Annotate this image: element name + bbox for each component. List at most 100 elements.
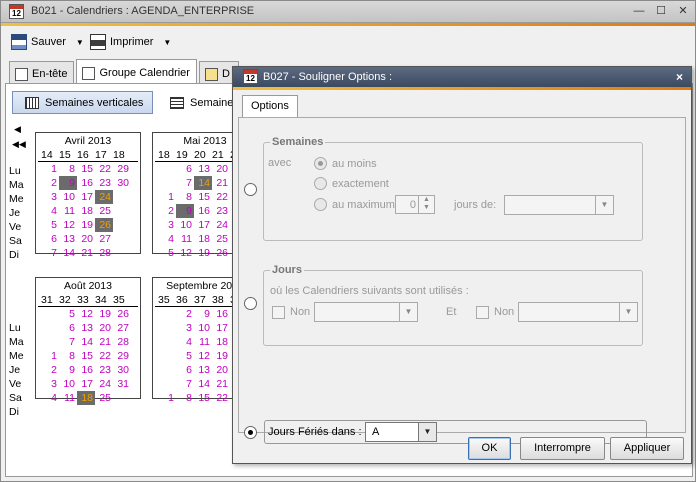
day-cell[interactable]: 8 (59, 349, 77, 363)
day-cell[interactable]: 3 (158, 218, 176, 232)
day-cell[interactable]: 15 (194, 391, 212, 405)
day-cell[interactable]: 10 (59, 377, 77, 391)
day-cell[interactable] (41, 321, 59, 335)
prev-arrow-icon[interactable]: ◀ (14, 124, 21, 135)
day-cell[interactable] (158, 307, 176, 321)
day-cell[interactable]: 3 (41, 190, 59, 204)
interrompre-button[interactable]: Interrompre (520, 437, 605, 460)
day-cell[interactable]: 18 (212, 335, 230, 349)
day-cell[interactable]: 20 (212, 162, 230, 176)
day-cell[interactable]: 5 (59, 307, 77, 321)
day-cell[interactable]: 20 (77, 232, 95, 246)
day-cell[interactable]: 30 (113, 363, 131, 377)
tab-groupe-calendrier[interactable]: Groupe Calendrier (76, 59, 197, 83)
day-cell[interactable]: 12 (176, 246, 194, 260)
day-cell[interactable]: 12 (59, 218, 77, 232)
dialog-close-icon[interactable]: × (676, 70, 683, 84)
day-cell[interactable]: 7 (41, 246, 59, 260)
day-cell[interactable]: 11 (176, 232, 194, 246)
day-cell[interactable]: 16 (77, 176, 95, 190)
day-cell[interactable] (113, 218, 131, 232)
day-cell[interactable]: 27 (113, 321, 131, 335)
day-cell[interactable]: 17 (194, 218, 212, 232)
day-cell[interactable]: 14 (77, 335, 95, 349)
day-cell[interactable]: 1 (41, 349, 59, 363)
day-cell[interactable]: 12 (77, 307, 95, 321)
day-cell[interactable] (113, 232, 131, 246)
day-cell[interactable]: 22 (212, 190, 230, 204)
ok-button[interactable]: OK (468, 437, 511, 460)
day-cell[interactable]: 16 (212, 307, 230, 321)
day-cell[interactable]: 7 (176, 377, 194, 391)
day-cell[interactable]: 18 (194, 232, 212, 246)
maximize-icon[interactable]: ☐ (655, 4, 667, 18)
day-cell[interactable]: 23 (212, 204, 230, 218)
day-cell[interactable]: 22 (95, 162, 113, 176)
jours-de-select[interactable]: ▼ (504, 195, 614, 215)
day-cell[interactable]: 20 (212, 363, 230, 377)
max-spinner[interactable]: 0 ▲ ▼ (395, 195, 435, 214)
day-cell[interactable]: 28 (95, 246, 113, 260)
day-cell[interactable]: 19 (77, 218, 95, 232)
day-cell[interactable]: 11 (59, 391, 77, 405)
horizontal-weeks-button[interactable]: Semaines (162, 91, 242, 114)
day-cell[interactable]: 1 (41, 162, 59, 176)
day-cell[interactable]: 24 (212, 218, 230, 232)
day-cell[interactable]: 9 (59, 176, 77, 190)
day-cell[interactable]: 17 (212, 321, 230, 335)
day-cell[interactable]: 10 (176, 218, 194, 232)
day-cell[interactable] (113, 246, 131, 260)
day-cell[interactable]: 7 (176, 176, 194, 190)
tab-entete[interactable]: En-tête (9, 61, 75, 83)
day-cell[interactable]: 31 (113, 377, 131, 391)
day-cell[interactable]: 2 (41, 176, 59, 190)
day-cell[interactable] (41, 307, 59, 321)
tab-options[interactable]: Options (242, 95, 298, 117)
day-cell[interactable]: 16 (77, 363, 95, 377)
day-cell[interactable]: 13 (59, 232, 77, 246)
day-cell[interactable] (158, 363, 176, 377)
day-cell[interactable]: 17 (77, 190, 95, 204)
feries-radio[interactable] (244, 426, 257, 439)
day-cell[interactable]: 4 (41, 391, 59, 405)
jours-radio[interactable] (244, 297, 257, 310)
day-cell[interactable]: 19 (212, 349, 230, 363)
day-cell[interactable]: 23 (95, 363, 113, 377)
day-cell[interactable] (158, 162, 176, 176)
day-cell[interactable]: 2 (158, 204, 176, 218)
print-button[interactable]: Imprimer ▼ (90, 34, 171, 50)
day-cell[interactable]: 3 (176, 321, 194, 335)
day-cell[interactable]: 2 (176, 307, 194, 321)
day-cell[interactable]: 19 (194, 246, 212, 260)
au-maximum-radio[interactable] (314, 198, 327, 211)
day-cell[interactable]: 4 (158, 232, 176, 246)
day-cell[interactable]: 6 (176, 363, 194, 377)
day-cell[interactable]: 14 (59, 246, 77, 260)
day-cell[interactable]: 21 (212, 377, 230, 391)
day-cell[interactable]: 29 (113, 162, 131, 176)
day-cell[interactable]: 5 (41, 218, 59, 232)
print-dropdown-icon[interactable]: ▼ (163, 38, 171, 47)
day-cell[interactable]: 8 (176, 190, 194, 204)
day-cell[interactable]: 23 (95, 176, 113, 190)
day-cell[interactable] (41, 335, 59, 349)
save-button[interactable]: Sauver ▼ (11, 34, 84, 50)
first-arrow-icon[interactable]: ◀◀ (12, 139, 26, 150)
day-cell[interactable]: 15 (77, 349, 95, 363)
exactement-radio[interactable] (314, 177, 327, 190)
day-cell[interactable]: 3 (41, 377, 59, 391)
day-cell[interactable]: 26 (113, 307, 131, 321)
day-cell[interactable]: 6 (176, 162, 194, 176)
day-cell[interactable] (158, 377, 176, 391)
day-cell[interactable]: 29 (113, 349, 131, 363)
chevron-down-icon[interactable]: ▼ (418, 423, 436, 441)
day-cell[interactable]: 19 (95, 307, 113, 321)
appliquer-button[interactable]: Appliquer (610, 437, 684, 460)
day-cell[interactable]: 5 (158, 246, 176, 260)
day-cell[interactable] (113, 204, 131, 218)
day-cell[interactable]: 8 (59, 162, 77, 176)
day-cell[interactable]: 7 (59, 335, 77, 349)
day-cell[interactable] (158, 335, 176, 349)
spinner-arrows-icon[interactable]: ▲ ▼ (418, 196, 434, 213)
day-cell[interactable]: 9 (194, 307, 212, 321)
